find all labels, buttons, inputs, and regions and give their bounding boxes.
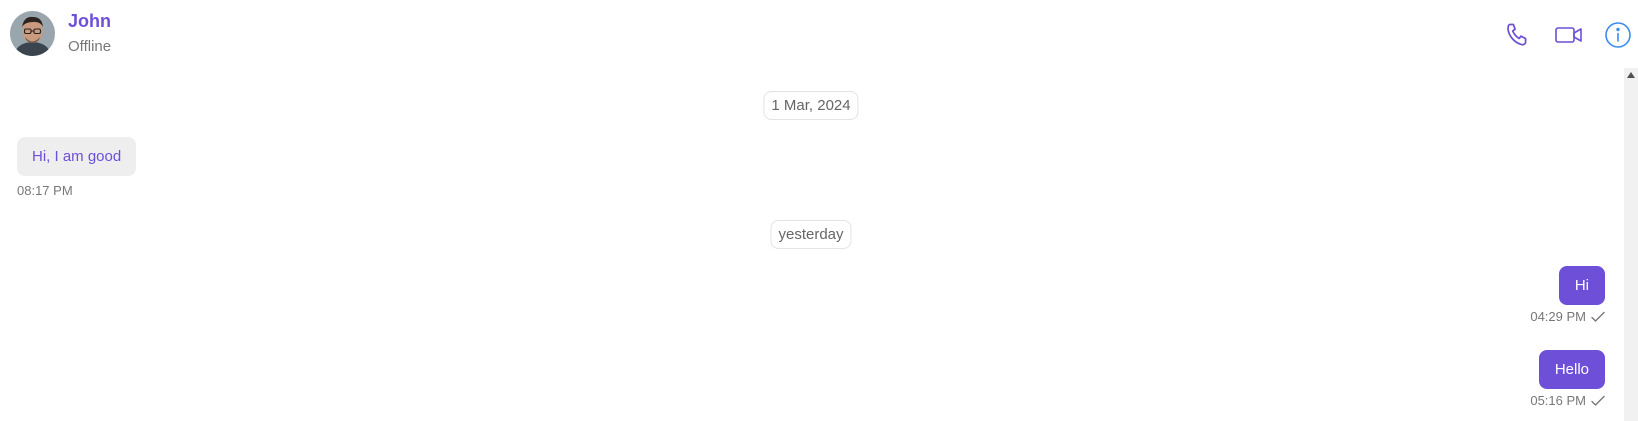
- phone-icon[interactable]: [1503, 20, 1533, 50]
- message-text: Hi: [1574, 277, 1589, 294]
- contact-name: John: [68, 11, 111, 31]
- message-time: 04:29 PM: [1530, 309, 1586, 324]
- message-meta: 05:16 PM: [1530, 393, 1605, 408]
- avatar[interactable]: [10, 11, 55, 56]
- message-text: Hi, I am good: [32, 148, 122, 165]
- outgoing-message[interactable]: Hi: [1558, 266, 1605, 305]
- info-icon[interactable]: [1603, 20, 1633, 50]
- chat-window: John Offline 1 Mar, 2024 Hi, I am good 0…: [0, 0, 1638, 421]
- message-meta: 04:29 PM: [1530, 309, 1605, 324]
- date-separator: yesterday: [770, 220, 852, 249]
- scrollbar[interactable]: [1624, 68, 1638, 421]
- check-icon: [1591, 395, 1605, 407]
- date-separator: 1 Mar, 2024: [763, 91, 859, 120]
- check-icon: [1591, 311, 1605, 323]
- chat-header: John Offline: [0, 0, 1638, 68]
- scroll-up-arrow-icon[interactable]: [1624, 68, 1638, 82]
- message-time: 05:16 PM: [1530, 393, 1586, 408]
- contact-status: Offline: [68, 38, 112, 55]
- message-time: 08:17 PM: [17, 183, 73, 198]
- incoming-message[interactable]: Hi, I am good: [17, 137, 137, 176]
- message-text: Hello: [1554, 361, 1589, 378]
- message-list: 1 Mar, 2024 Hi, I am good 08:17 PM yeste…: [0, 68, 1622, 421]
- outgoing-message[interactable]: Hello: [1538, 350, 1605, 389]
- video-icon[interactable]: [1554, 20, 1584, 50]
